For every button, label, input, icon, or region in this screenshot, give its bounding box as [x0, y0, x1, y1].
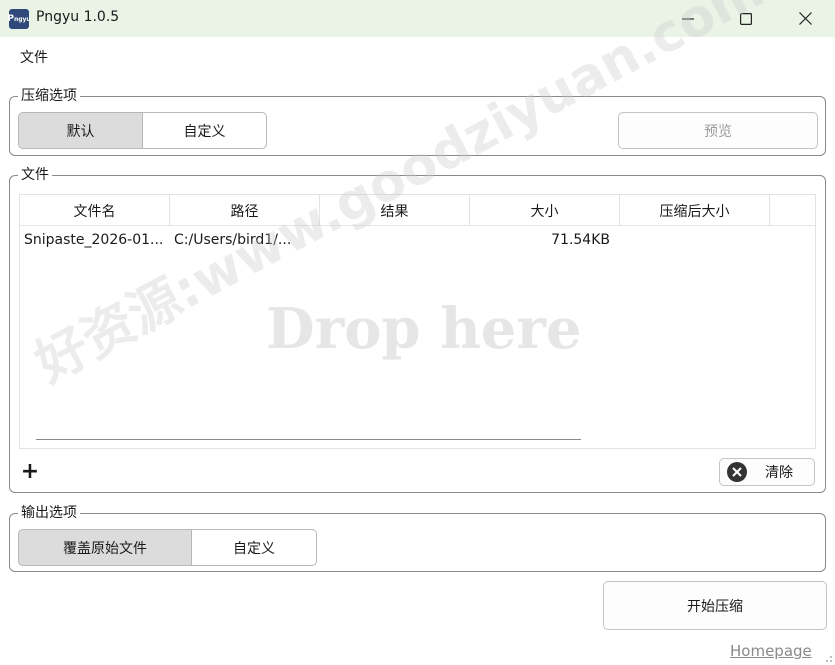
output-options-label: 输出选项: [18, 504, 80, 522]
cell-filename: Snipaste_2026-01...: [24, 232, 164, 248]
maximize-icon: [740, 12, 752, 25]
column-header-filename[interactable]: 文件名: [20, 195, 170, 226]
compression-custom-button[interactable]: 自定义: [143, 112, 267, 149]
compression-options-label: 压缩选项: [18, 87, 80, 105]
column-header-compressed-size[interactable]: 压缩后大小: [620, 195, 770, 226]
homepage-link[interactable]: Homepage: [730, 642, 812, 660]
plus-icon: +: [20, 459, 40, 484]
drop-here-hint: Drop here: [266, 296, 582, 362]
add-file-button[interactable]: +: [20, 459, 40, 484]
maximize-button[interactable]: [717, 0, 775, 37]
app-logo-icon: Pngyu: [7, 9, 31, 29]
close-icon: [798, 12, 812, 25]
title-bar: Pngyu Pngyu 1.0.5: [0, 0, 835, 37]
clear-button[interactable]: 清除: [719, 458, 815, 486]
minimize-icon: [682, 17, 694, 20]
compression-default-button[interactable]: 默认: [18, 112, 143, 149]
minimize-button[interactable]: [659, 0, 717, 37]
menu-file[interactable]: 文件: [20, 47, 48, 67]
column-header-path[interactable]: 路径: [170, 195, 320, 226]
window-title: Pngyu 1.0.5: [36, 9, 120, 25]
table-header: 文件名 路径 结果 大小 压缩后大小: [20, 195, 815, 226]
resize-grip-icon[interactable]: [821, 651, 833, 663]
menu-bar: 文件: [0, 37, 835, 75]
files-group-label: 文件: [18, 166, 52, 184]
column-header-size[interactable]: 大小: [470, 195, 620, 226]
clear-x-circle-icon: [727, 462, 747, 482]
output-custom-button[interactable]: 自定义: [192, 529, 317, 566]
cell-path: C:/Users/bird1/...: [174, 232, 292, 248]
close-button[interactable]: [776, 0, 834, 37]
column-header-result[interactable]: 结果: [320, 195, 470, 226]
clear-label: 清除: [765, 465, 793, 481]
horizontal-scrollbar[interactable]: [36, 439, 581, 440]
start-compress-button[interactable]: 开始压缩: [603, 581, 827, 630]
preview-button[interactable]: 预览: [618, 112, 818, 149]
output-overwrite-button[interactable]: 覆盖原始文件: [18, 529, 192, 566]
cell-size: 71.54KB: [551, 232, 610, 248]
